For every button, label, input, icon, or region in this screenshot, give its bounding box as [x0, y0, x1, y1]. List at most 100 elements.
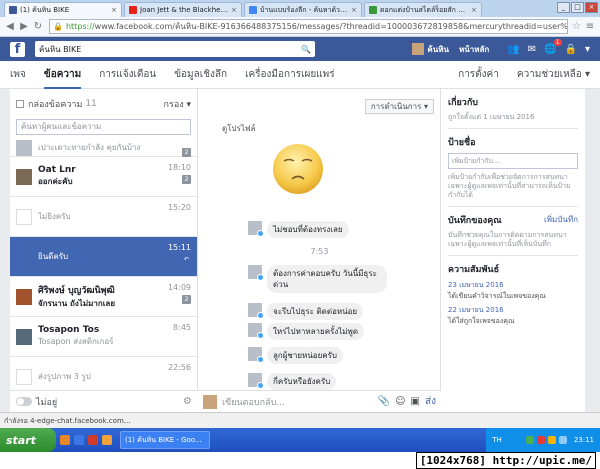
- close-icon[interactable]: ×: [351, 6, 357, 14]
- section-title: เกี่ยวกับ: [448, 98, 479, 108]
- quicklaunch-icon[interactable]: [102, 435, 112, 445]
- about-section: เกี่ยวกับ ถูกใจตั้งแต่ 1 เมษายน 2016: [448, 95, 578, 129]
- avatar: [248, 347, 264, 363]
- tab-title: Joan Jett & the Blackheart...: [140, 6, 230, 14]
- tab-publishing-tools[interactable]: เครื่องมือการเผยแพร่: [245, 61, 335, 89]
- browser-tab[interactable]: (1) ค้นหิน BIKE ×: [4, 2, 122, 17]
- tab-settings[interactable]: การตั้งค่า: [458, 61, 499, 89]
- tab-insights[interactable]: ข้อมูลเชิงลึก: [174, 61, 227, 89]
- gear-icon[interactable]: ⚙: [183, 396, 192, 407]
- tray-icon[interactable]: [547, 436, 556, 444]
- inbox-header: กล่องข้อความ 11 กรอง ▾: [10, 89, 197, 119]
- quicklaunch-icon[interactable]: [74, 435, 84, 445]
- away-label: ไม่อยู่: [36, 397, 58, 408]
- conversation-item[interactable]: ศิริพงษ์ บุญวัฒนิพุฒิ จักรนาน ถังไม่มากเล…: [10, 277, 197, 317]
- address-toolbar: ◀ ▶ ↻ 🔒 https:// www.facebook.com/ค้นหิน…: [0, 17, 600, 37]
- inbox-footer: ไม่อยู่ ⚙: [10, 390, 198, 412]
- notifications-icon[interactable]: 🌐 1: [544, 38, 562, 55]
- browser-status: กำลังรอ 4-edge-chat.facebook.com...: [0, 412, 600, 428]
- inbox-dropdown[interactable]: กล่องข้อความ: [28, 97, 82, 111]
- away-toggle[interactable]: [16, 397, 32, 406]
- page-subnav: เพจ ข้อความ การแจ้งเตือน ข้อมูลเชิงลึก เ…: [0, 61, 600, 89]
- add-note-link[interactable]: เพิ่มบันทึก: [544, 213, 578, 227]
- conversation-badge: 2: [182, 175, 191, 184]
- volume-icon[interactable]: [558, 436, 567, 444]
- reload-icon[interactable]: ↻: [31, 20, 45, 34]
- filter-dropdown[interactable]: กรอง ▾: [164, 97, 191, 111]
- conversation-time: 15:11: [167, 243, 191, 252]
- send-button[interactable]: ส่ง: [425, 394, 436, 409]
- label-input[interactable]: เพิ่มป้ายกำกับ...: [448, 153, 578, 169]
- activity-date[interactable]: 23 เมษายน 2016: [448, 280, 578, 291]
- message-bubble: ลูกผู้ชายหน่อยครับ: [267, 347, 344, 364]
- home-link[interactable]: หน้าหลัก: [459, 43, 489, 56]
- profile-link[interactable]: ค้นหิน: [427, 43, 449, 56]
- help-menu[interactable]: ความช่วยเหลือ ▾: [517, 61, 590, 89]
- lock-icon: 🔒: [53, 22, 63, 31]
- conversation-item[interactable]: Tosapon Tos Tosapon ส่งสติกเกอร์ 8:45: [10, 317, 197, 357]
- maximize-icon[interactable]: □: [571, 2, 584, 13]
- view-profile-link[interactable]: ดูโปรไฟล์: [222, 122, 255, 135]
- tab-messages[interactable]: ข้อความ: [43, 61, 82, 89]
- message-bubble: ใหร่ไปหาหลายครั้งไม่พูด: [267, 323, 365, 340]
- attach-icon[interactable]: 📎: [378, 396, 390, 407]
- emoji-icon[interactable]: ☺: [395, 396, 405, 407]
- activity-text: ได้เขียนคำวิจารณ์ในเพจของคุณ: [448, 292, 546, 300]
- conversation-badge: 2: [182, 148, 191, 157]
- messages-icon[interactable]: ✉: [528, 44, 536, 55]
- browser-tab[interactable]: Joan Jett & the Blackheart... ×: [124, 2, 242, 17]
- account-menu-icon[interactable]: ▾: [585, 44, 590, 55]
- search-icon[interactable]: 🔍: [301, 45, 311, 54]
- close-icon[interactable]: ×: [231, 6, 237, 14]
- lock-shortcut-icon[interactable]: 🔒: [565, 44, 577, 55]
- close-icon[interactable]: ×: [111, 6, 117, 14]
- tray-icon[interactable]: [525, 436, 534, 444]
- menu-icon[interactable]: ≡: [583, 20, 597, 34]
- message-bubble: จะรีบไปธุระ ติดต่อหน่อย: [267, 303, 364, 320]
- language-indicator[interactable]: TH: [492, 436, 502, 444]
- avatar: [16, 139, 32, 156]
- actions-dropdown[interactable]: การดำเนินการ ▾: [364, 99, 434, 114]
- friend-requests-icon[interactable]: 👥: [507, 44, 519, 55]
- window-controls: _ □ ×: [556, 2, 598, 13]
- quicklaunch-icon[interactable]: [88, 435, 98, 445]
- tab-page[interactable]: เพจ: [10, 61, 26, 89]
- saved-replies-icon[interactable]: ▣: [411, 396, 420, 407]
- back-icon[interactable]: ◀: [3, 20, 17, 34]
- label-help: เพิ่มป้ายกำกับเพื่อช่วยจัดการการสนทนา เฉ…: [448, 173, 571, 199]
- avatar[interactable]: [412, 43, 425, 55]
- minimize-icon[interactable]: _: [557, 2, 570, 13]
- tab-title: ดอกแต่งบ้านสไตล์ร็อยสัก ลัดก...: [380, 5, 470, 14]
- conversation-item[interactable]: ยินดีครับ 15:11 ↶: [10, 237, 197, 277]
- avatar: [248, 221, 264, 237]
- facebook-logo-icon[interactable]: f: [10, 41, 25, 57]
- browser-tab[interactable]: ดอกแต่งบ้านสไตล์ร็อยสัก ลัดก... ×: [364, 2, 482, 17]
- url-field[interactable]: 🔒 https:// www.facebook.com/ค้นหิน-BIKE-…: [49, 19, 569, 34]
- conversation-item[interactable]: เปาะเดาะทายกำลัง คุยกันบ้าง 2: [10, 139, 197, 157]
- quicklaunch-icon[interactable]: [60, 435, 70, 445]
- bookmark-star-icon[interactable]: ☆: [572, 21, 581, 32]
- conversation-item[interactable]: Oat Lnr ออกค่ะคับ 18:10 2: [10, 157, 197, 197]
- activity-section: ความสัมพันธ์ 23 เมษายน 2016 ได้เขียนคำวิ…: [448, 262, 578, 327]
- forward-icon[interactable]: ▶: [17, 20, 31, 34]
- reply-input[interactable]: เขียนตอบกลับ...: [222, 395, 373, 409]
- conversation-meta: 18:10 2: [168, 163, 191, 184]
- close-icon[interactable]: ×: [471, 6, 477, 14]
- start-button[interactable]: start: [0, 428, 56, 452]
- tab-title: (1) ค้นหิน BIKE: [20, 5, 70, 14]
- inbox-search-input[interactable]: ค้นหาผู้คนและข้อความ: [16, 119, 191, 135]
- tray-icon[interactable]: [536, 436, 545, 444]
- message-row: ต้องการค่าตอบครับ วันนี้มีธุระด่วน: [248, 265, 387, 293]
- avatar: [203, 394, 217, 409]
- facebook-search-input[interactable]: ค้นหิน BIKE 🔍: [35, 41, 315, 57]
- taskbar-window-item[interactable]: (1) ค้นหิน BIKE - Goo...: [120, 431, 210, 449]
- tab-notifications[interactable]: การแจ้งเตือน: [99, 61, 156, 89]
- conversation-item[interactable]: ไม่ยิงครับ 15:20: [10, 197, 197, 237]
- activity-date[interactable]: 22 เมษายน 2016: [448, 305, 578, 316]
- close-window-icon[interactable]: ×: [585, 2, 598, 13]
- subnav-right: การตั้งค่า ความช่วยเหลือ ▾: [440, 61, 590, 89]
- browser-tab[interactable]: บ้านแบบร้องลีก - ค้นหาด้วย Go... ×: [244, 2, 362, 17]
- avatar: [248, 303, 264, 319]
- select-all-checkbox[interactable]: [16, 100, 24, 108]
- avatar: [16, 288, 32, 305]
